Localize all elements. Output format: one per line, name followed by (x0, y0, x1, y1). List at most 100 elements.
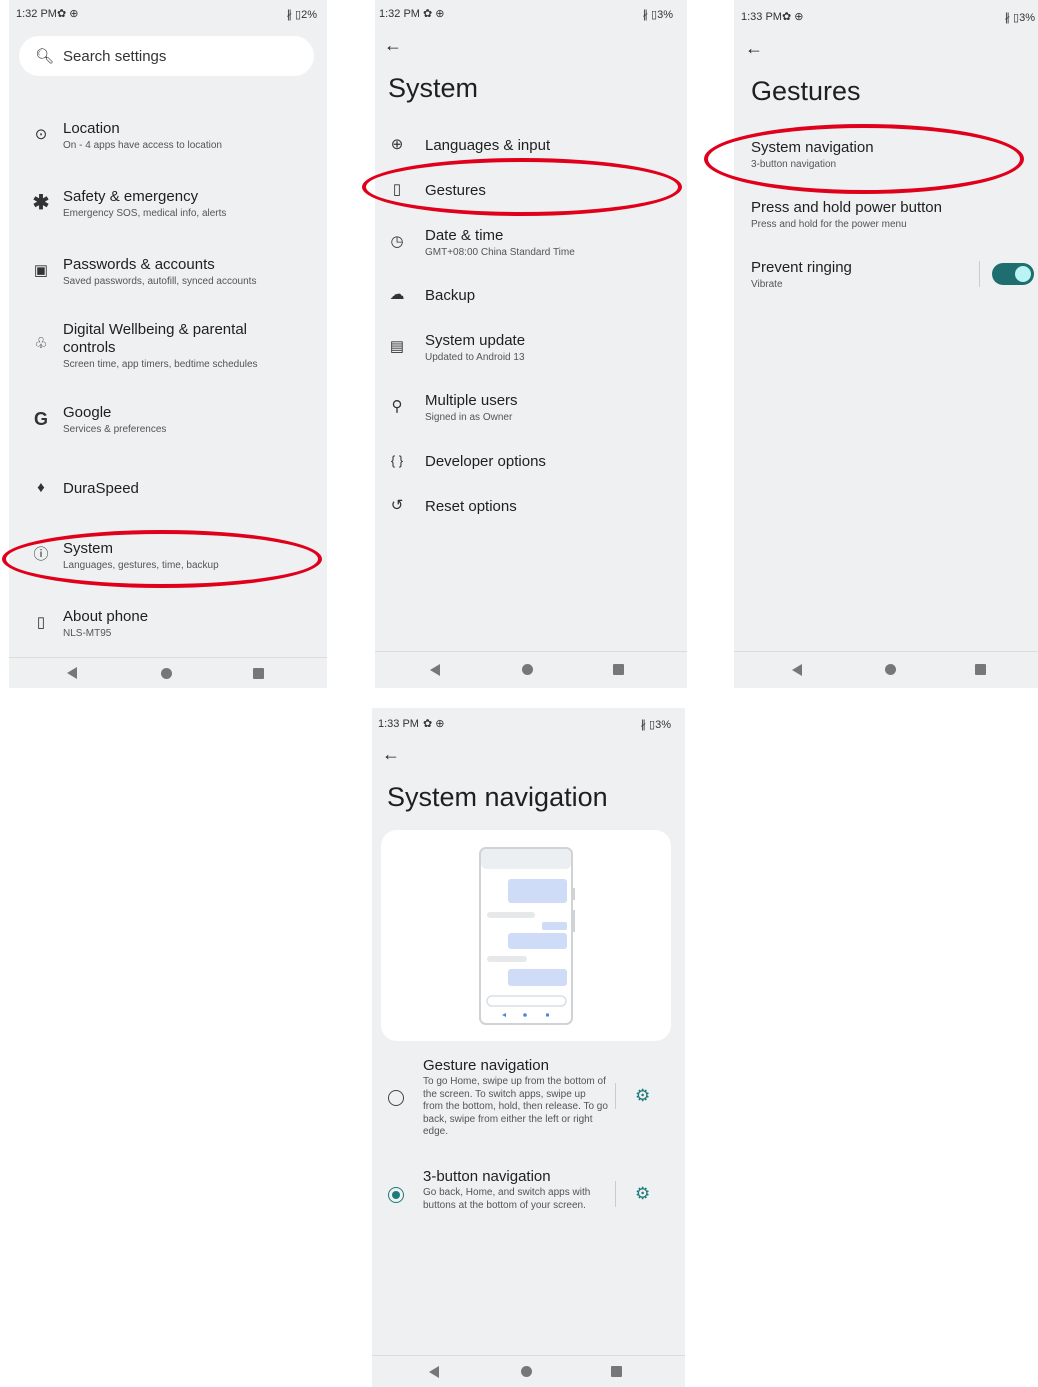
nav-recents-button[interactable] (611, 1366, 622, 1377)
system-item-update[interactable]: ▤ System update Updated to Android 13 (375, 328, 687, 372)
gestures-screen: 1:33 PM ✿ ⊕ ∦ ▯3% ← Gestures System navi… (734, 0, 1038, 688)
item-subtitle: Emergency SOS, medical info, alerts (63, 208, 227, 219)
account-box-icon: ▣ (33, 262, 49, 279)
item-title: Location (63, 120, 120, 137)
nav-back-button[interactable] (67, 667, 77, 679)
settings-item-system[interactable]: ⓘ System Languages, gestures, time, back… (9, 535, 327, 585)
nav-home-button[interactable] (885, 664, 896, 675)
gestures-item-system-navigation[interactable]: System navigation 3-button navigation (734, 135, 1038, 179)
gear-icon[interactable]: ⚙ (635, 1086, 650, 1106)
phone-icon: ▯ (36, 614, 46, 631)
status-time: 1:33 PM (378, 718, 419, 730)
search-bar[interactable]: 🔍︎ Search settings (19, 36, 314, 76)
back-arrow-icon[interactable]: ← (382, 744, 400, 765)
globe-icon: ⊕ (390, 136, 404, 153)
info-icon: ⓘ (33, 546, 49, 563)
system-item-users[interactable]: ⚲ Multiple users Signed in as Owner (375, 388, 687, 432)
system-update-icon: ▤ (389, 338, 405, 355)
item-title: Prevent ringing (751, 259, 852, 276)
back-arrow-icon[interactable]: ← (384, 35, 402, 56)
item-subtitle: Vibrate (751, 279, 783, 290)
nav-recents-button[interactable] (613, 664, 624, 675)
nav-back-button[interactable] (430, 664, 440, 676)
item-title: System update (425, 332, 526, 349)
item-subtitle: Press and hold for the power menu (751, 219, 907, 230)
system-item-reset[interactable]: ↺ Reset options (375, 494, 687, 520)
item-title: Press and hold power button (751, 199, 942, 216)
status-notification-icons: ✿ ⊕ (423, 8, 445, 20)
item-subtitle: Saved passwords, autofill, synced accoun… (63, 276, 257, 287)
navigation-bar (372, 1355, 685, 1387)
item-subtitle: Screen time, app timers, bedtime schedul… (63, 359, 258, 370)
google-icon: G (33, 409, 48, 429)
settings-item-passwords[interactable]: ▣ Passwords & accounts Saved passwords, … (9, 251, 327, 301)
navigation-bar (375, 651, 687, 688)
gear-icon[interactable]: ⚙ (635, 1184, 650, 1204)
status-bar: 1:33 PM ✿ ⊕ ∦ ▯3% (734, 9, 1038, 27)
duraspeed-icon: ♦ (37, 479, 45, 496)
gesture-navigation-radio[interactable] (388, 1090, 404, 1106)
settings-item-wellbeing[interactable]: ♧ Digital Wellbeing & parental controls … (9, 318, 327, 378)
status-battery: ∦ ▯2% (286, 8, 317, 21)
settings-item-safety[interactable]: ✱ Safety & emergency Emergency SOS, medi… (9, 183, 327, 233)
battery-level: 3% (1019, 12, 1035, 24)
item-title: Developer options (425, 453, 546, 470)
system-item-languages[interactable]: ⊕ Languages & input (375, 133, 687, 159)
gestures-item-prevent-ringing[interactable]: Prevent ringing Vibrate (734, 255, 1038, 299)
gestures-item-power-button[interactable]: Press and hold power button Press and ho… (734, 195, 1038, 239)
system-item-backup[interactable]: ☁ Backup (375, 283, 687, 309)
item-title: Reset options (425, 498, 517, 515)
item-title: Google (63, 404, 112, 421)
item-title: Digital Wellbeing & parental (63, 321, 247, 338)
toggle-knob (1015, 266, 1031, 282)
item-title: Passwords & accounts (63, 256, 215, 273)
back-arrow-icon[interactable]: ← (745, 38, 763, 59)
option-description: To go Home, swipe up from the bottom of … (423, 1076, 608, 1137)
divider (615, 1083, 616, 1109)
item-subtitle: 3-button navigation (751, 159, 837, 170)
nav-recents-button[interactable] (975, 664, 986, 675)
status-battery: ∦ ▯3% (1004, 11, 1035, 24)
prevent-ringing-toggle[interactable] (992, 263, 1034, 285)
nav-home-button[interactable] (161, 668, 172, 679)
three-button-navigation-radio[interactable] (388, 1187, 404, 1203)
clock-icon: ◷ (390, 233, 404, 250)
nav-home-button[interactable] (522, 664, 533, 675)
nav-home-button[interactable] (521, 1366, 532, 1377)
settings-item-duraspeed[interactable]: ♦ DuraSpeed (9, 475, 327, 505)
location-pin-icon: ⊙ (34, 126, 48, 143)
nav-back-button[interactable] (429, 1366, 439, 1378)
item-subtitle: GMT+08:00 China Standard Time (425, 247, 575, 258)
nav-recents-button[interactable] (253, 668, 264, 679)
settings-item-google[interactable]: G Google Services & preferences (9, 399, 327, 449)
settings-item-about-phone[interactable]: ▯ About phone NLS-MT95 (9, 603, 327, 653)
status-notification-icons: ✿ ⊕ (423, 718, 445, 730)
option-title: Gesture navigation (423, 1057, 549, 1074)
item-subtitle: On - 4 apps have access to location (63, 140, 222, 151)
item-subtitle: Updated to Android 13 (425, 352, 525, 363)
status-notification-icons: ✿ ⊕ (57, 8, 79, 20)
status-bar: 1:32 PM ✿ ⊕ ∦ ▯2% (9, 6, 327, 24)
gesture-navigation-option[interactable]: Gesture navigation To go Home, swipe up … (372, 1054, 685, 1144)
wellbeing-icon: ♧ (34, 335, 48, 352)
status-notification-icons: ✿ ⊕ (782, 11, 804, 23)
system-item-developer[interactable]: { } Developer options (375, 449, 687, 475)
item-title: Date & time (425, 227, 504, 244)
battery-level: 2% (301, 9, 317, 21)
system-item-date-time[interactable]: ◷ Date & time GMT+08:00 China Standard T… (375, 223, 687, 267)
page-title: System (388, 73, 479, 103)
item-title-line2: controls (63, 339, 116, 356)
option-title: 3-button navigation (423, 1168, 551, 1185)
navigation-bar (734, 651, 1038, 688)
option-description: Go back, Home, and switch apps with butt… (423, 1187, 591, 1211)
three-button-navigation-option[interactable]: 3-button navigation Go back, Home, and s… (372, 1165, 685, 1229)
settings-item-location[interactable]: ⊙ Location On - 4 apps have access to lo… (9, 115, 327, 165)
braces-icon: { } (390, 453, 404, 468)
item-title: Safety & emergency (63, 188, 199, 205)
item-subtitle: Languages, gestures, time, backup (63, 560, 219, 571)
navigation-illustration (381, 830, 671, 1041)
nav-back-button[interactable] (792, 664, 802, 676)
bluetooth-icon: ∦ ▯ (286, 9, 302, 21)
gestures-icon: ▯ (392, 181, 402, 198)
system-item-gestures[interactable]: ▯ Gestures (375, 178, 687, 204)
